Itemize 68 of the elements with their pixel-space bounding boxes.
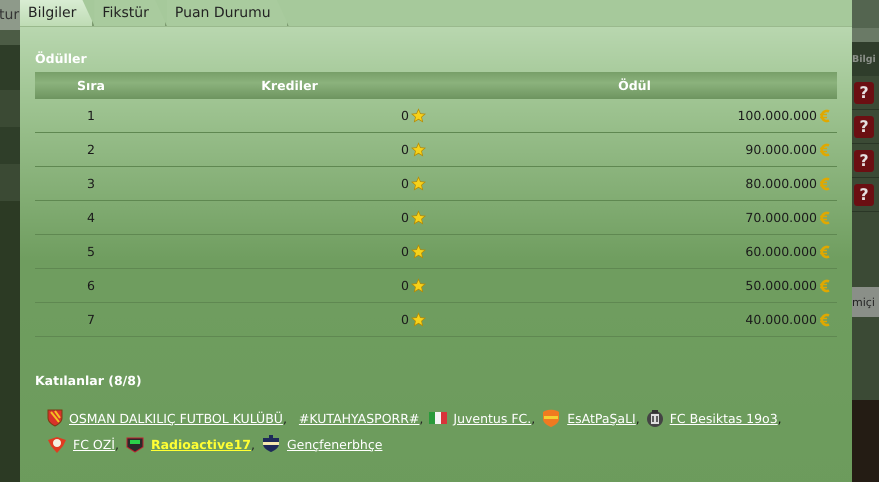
table-cell: 1 bbox=[35, 99, 147, 132]
help-button[interactable]: ? bbox=[854, 184, 874, 206]
column-header: Sıra bbox=[35, 72, 147, 99]
credits-value: 0 bbox=[401, 176, 409, 191]
section-title: Katılanlar (8/8) bbox=[35, 373, 143, 388]
comma: , bbox=[778, 410, 782, 426]
prize-value: 60.000.000 bbox=[745, 244, 817, 259]
comma: , bbox=[282, 410, 287, 426]
team-link[interactable]: Gençfenerbhçe bbox=[286, 436, 382, 452]
shield-crest-icon bbox=[47, 409, 63, 427]
comma: , bbox=[636, 410, 640, 426]
shield-crest-icon bbox=[260, 435, 281, 453]
help-button[interactable]: ? bbox=[854, 82, 874, 104]
prize-value: 40.000.000 bbox=[745, 312, 817, 327]
comma: , bbox=[531, 410, 536, 426]
dark-crest-icon bbox=[124, 435, 145, 453]
table-cell: 7 bbox=[35, 302, 147, 336]
column-header: Bilgi bbox=[852, 54, 876, 64]
table-cell: 5 bbox=[35, 234, 147, 268]
shield-crest-icon bbox=[541, 408, 562, 428]
team-link[interactable]: OSMAN DALKILIÇ FUTBOL KULÜBÜ bbox=[69, 410, 283, 426]
tab[interactable]: Bilgiler bbox=[20, 0, 94, 26]
prize-value: 90.000.000 bbox=[745, 142, 817, 157]
star-icon bbox=[411, 278, 426, 293]
round-crest-icon bbox=[646, 408, 664, 428]
comma: , bbox=[419, 410, 424, 426]
flag-icon bbox=[429, 412, 448, 424]
star-icon bbox=[411, 244, 426, 259]
team-link[interactable]: FC OZİ bbox=[73, 436, 115, 452]
help-button[interactable]: ? bbox=[854, 116, 874, 138]
credits-value: 0 bbox=[401, 108, 409, 123]
comma: , bbox=[114, 436, 119, 452]
team-link[interactable]: #KUTAHYASPORR# bbox=[298, 410, 420, 426]
euro-coin-icon bbox=[819, 108, 831, 124]
table-cell: 3 bbox=[35, 166, 147, 200]
table-cell: 6 bbox=[35, 268, 147, 302]
euro-coin-icon bbox=[819, 210, 831, 226]
euro-coin-icon bbox=[819, 244, 831, 260]
winged-crest-icon bbox=[47, 434, 67, 454]
column-header: Ödül bbox=[432, 72, 837, 99]
comma: , bbox=[250, 436, 255, 452]
team-link[interactable]: FC Besiktas 19o3 bbox=[670, 410, 778, 426]
euro-coin-icon bbox=[819, 176, 831, 192]
table-cell: 2 bbox=[35, 132, 147, 166]
credits-value: 0 bbox=[401, 278, 409, 293]
credits-value: 0 bbox=[401, 142, 409, 157]
team-link[interactable]: EsAtPaŞaLI bbox=[567, 410, 636, 426]
prize-value: 80.000.000 bbox=[745, 176, 817, 191]
team-link[interactable]: Juventus FC. bbox=[453, 410, 532, 426]
team-link[interactable]: Radioactive17 bbox=[150, 436, 251, 452]
help-button[interactable]: ? bbox=[854, 150, 874, 172]
credits-value: 0 bbox=[401, 312, 409, 327]
prize-value: 50.000.000 bbox=[745, 278, 817, 293]
euro-coin-icon bbox=[819, 142, 831, 158]
credits-value: 0 bbox=[401, 210, 409, 225]
prize-value: 100.000.000 bbox=[737, 108, 817, 123]
star-icon bbox=[411, 142, 426, 157]
section-title: Ödüller bbox=[35, 51, 88, 66]
star-icon bbox=[411, 108, 426, 123]
table-cell: 4 bbox=[35, 200, 147, 234]
euro-coin-icon bbox=[819, 278, 831, 294]
column-header: Krediler bbox=[147, 72, 432, 99]
euro-coin-icon bbox=[819, 312, 831, 328]
prize-value: 70.000.000 bbox=[745, 210, 817, 225]
credits-value: 0 bbox=[401, 244, 409, 259]
star-icon bbox=[411, 210, 426, 225]
star-icon bbox=[411, 176, 426, 191]
star-icon bbox=[411, 312, 426, 327]
